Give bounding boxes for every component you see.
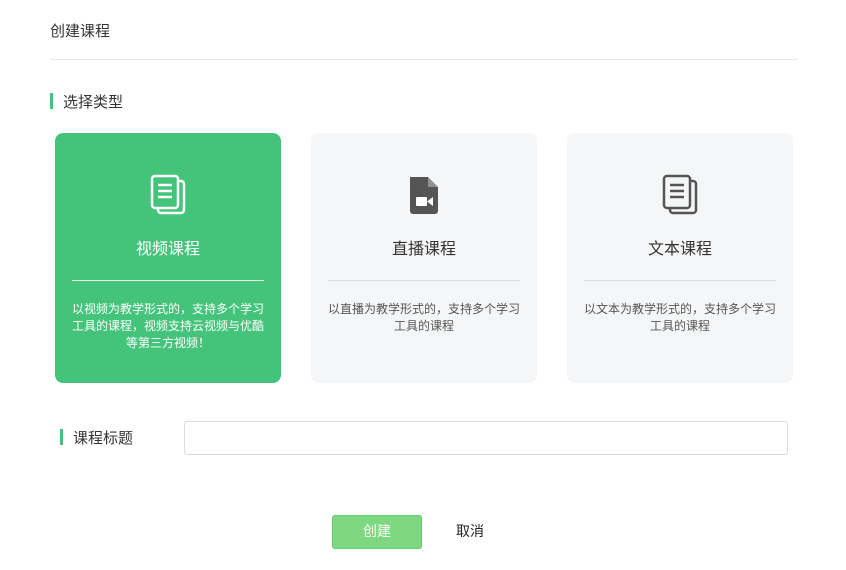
document-icon [150, 174, 186, 215]
card-text-course[interactable]: 文本课程 以文本为教学形式的，支持多个学习工具的课程 [567, 133, 793, 383]
page-title: 创建课程 [50, 22, 111, 40]
card-description: 以视频为教学形式的，支持多个学习工具的课程，视频支持云视频与优酷等第三方视频！ [71, 302, 264, 350]
section-accent-bar [60, 429, 63, 445]
cancel-button[interactable]: 取消 [440, 515, 500, 549]
card-title: 直播课程 [391, 239, 456, 258]
video-file-icon [410, 177, 438, 214]
type-section-label: 选择类型 [50, 91, 123, 111]
card-title: 文本课程 [647, 239, 712, 258]
create-button[interactable]: 创建 [332, 515, 422, 549]
card-description: 以直播为教学形式的，支持多个学习工具的课程 [327, 302, 520, 333]
section-accent-bar [50, 93, 53, 109]
card-video-course[interactable]: 视频课程 以视频为教学形式的，支持多个学习工具的课程，视频支持云视频与优酷等第三… [55, 133, 281, 383]
card-divider [72, 280, 264, 281]
type-section-text: 选择类型 [63, 92, 124, 111]
course-title-input[interactable] [184, 421, 788, 455]
card-live-course[interactable]: 直播课程 以直播为教学形式的，支持多个学习工具的课程 [311, 133, 537, 383]
card-title: 视频课程 [135, 239, 200, 258]
course-title-label: 课程标题 [60, 427, 133, 447]
card-description: 以文本为教学形式的，支持多个学习工具的课程 [583, 302, 776, 333]
card-divider [584, 280, 776, 281]
document-icon [662, 174, 698, 215]
title-divider [50, 59, 798, 60]
card-divider [328, 280, 520, 281]
course-title-text: 课程标题 [73, 428, 134, 447]
